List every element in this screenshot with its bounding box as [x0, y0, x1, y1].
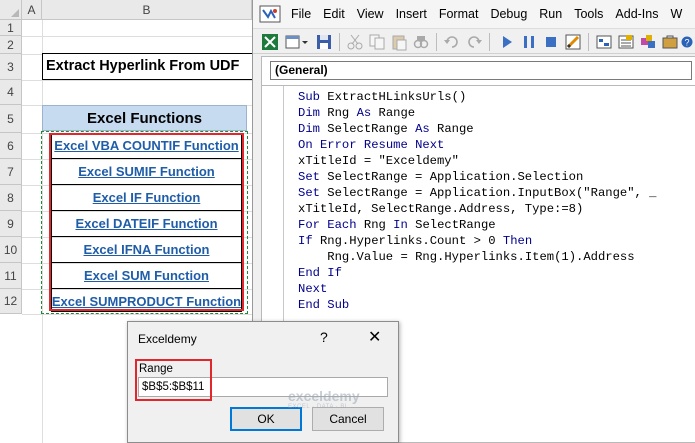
- properties-window-icon[interactable]: [617, 33, 635, 51]
- code-line: If Rng.Hyperlinks.Count > 0 Then: [298, 234, 533, 248]
- row-label: 2: [7, 38, 14, 52]
- row-label: 3: [7, 60, 14, 74]
- row-header-11[interactable]: 11: [0, 263, 22, 289]
- row-label: 4: [7, 85, 14, 99]
- column-label: B: [142, 3, 151, 17]
- code-line: Dim Rng As Range: [298, 106, 416, 120]
- code-divider: [262, 85, 695, 86]
- menu-bar: File Edit View Insert Format Debug Run T…: [253, 0, 695, 28]
- cancel-button[interactable]: Cancel: [312, 407, 384, 431]
- watermark-name: exceldemy: [288, 388, 360, 404]
- find-icon[interactable]: [412, 33, 430, 51]
- select-all-corner[interactable]: [0, 0, 22, 20]
- code-line: For Each Rng In SelectRange: [298, 218, 496, 232]
- code-line: xTitleId = "Exceldemy": [298, 154, 459, 168]
- menu-debug[interactable]: Debug: [486, 0, 535, 28]
- vba-app-icon[interactable]: [259, 5, 281, 23]
- inputbox-dialog: Exceldemy ? ✕ Range $B$5:$B$11 OK Cancel…: [127, 321, 399, 443]
- menu-insert[interactable]: Insert: [392, 0, 435, 28]
- object-browser-icon[interactable]: [639, 33, 657, 51]
- project-explorer-icon[interactable]: [595, 33, 613, 51]
- menu-add-ins[interactable]: Add-Ins: [611, 0, 666, 28]
- close-icon[interactable]: ✕: [368, 327, 381, 347]
- menu-file[interactable]: File: [287, 0, 319, 28]
- menu-window[interactable]: W: [667, 0, 691, 28]
- copy-icon[interactable]: [368, 33, 386, 51]
- highlight-box: [135, 359, 212, 401]
- grid-line: [22, 36, 262, 37]
- help-icon[interactable]: ?: [681, 33, 693, 51]
- code-line: xTitleId, SelectRange.Address, Type:=8): [298, 202, 584, 216]
- menu-tools[interactable]: Tools: [570, 0, 611, 28]
- toolbar-separator: [588, 33, 589, 51]
- column-header-a[interactable]: A: [22, 0, 42, 20]
- dropdown-arrow-icon[interactable]: [301, 33, 309, 51]
- column-header-b[interactable]: B: [42, 0, 252, 20]
- grid-line: [22, 80, 262, 81]
- excel-view-icon[interactable]: [261, 33, 279, 51]
- row-header-5[interactable]: 5: [0, 105, 22, 133]
- row-header-10[interactable]: 10: [0, 237, 22, 263]
- menu-edit[interactable]: Edit: [319, 0, 353, 28]
- column-label: A: [27, 3, 36, 17]
- code-line: Rng.Value = Rng.Hyperlinks.Item(1).Addre…: [327, 250, 635, 264]
- design-mode-icon[interactable]: [564, 33, 582, 51]
- break-icon[interactable]: [520, 33, 538, 51]
- ok-button[interactable]: OK: [230, 407, 302, 431]
- code-line: Set SelectRange = Application.Selection: [298, 170, 584, 184]
- code-line: End If: [298, 266, 342, 280]
- watermark-tagline: EXCEL · DATA · BI: [288, 404, 348, 410]
- row-header-4[interactable]: 4: [0, 80, 22, 105]
- save-icon[interactable]: [315, 33, 333, 51]
- dialog-title: Exceldemy: [138, 332, 197, 346]
- row-label: 1: [7, 21, 14, 35]
- reset-icon[interactable]: [542, 33, 560, 51]
- help-icon[interactable]: ?: [320, 329, 328, 345]
- grid-line: [22, 314, 262, 315]
- code-line: On Error Resume Next: [298, 138, 445, 152]
- menu-format[interactable]: Format: [435, 0, 487, 28]
- paste-icon[interactable]: [390, 33, 408, 51]
- run-icon[interactable]: [498, 33, 516, 51]
- cut-icon[interactable]: [346, 33, 364, 51]
- insert-userform-icon[interactable]: [284, 33, 302, 51]
- standard-toolbar: ?: [253, 28, 695, 54]
- toolbar-separator: [436, 33, 437, 51]
- undo-icon[interactable]: [443, 33, 461, 51]
- toolbar-separator: [489, 33, 490, 51]
- row-label: 9: [7, 217, 14, 231]
- code-line: Sub ExtractHLinksUrls(): [298, 90, 467, 104]
- row-label: 8: [7, 191, 14, 205]
- code-line: Set SelectRange = Application.InputBox("…: [298, 186, 657, 200]
- title-cell[interactable]: Extract Hyperlink From UDF: [42, 53, 257, 80]
- row-header-8[interactable]: 8: [0, 185, 22, 211]
- menu-view[interactable]: View: [353, 0, 392, 28]
- row-label: 11: [4, 269, 17, 283]
- menu-run[interactable]: Run: [535, 0, 570, 28]
- row-label: 12: [3, 294, 18, 308]
- svg-text:?: ?: [684, 38, 689, 48]
- object-dropdown[interactable]: (General): [270, 61, 692, 80]
- row-label: 5: [7, 112, 14, 126]
- row-label: 7: [7, 165, 14, 179]
- row-header-6[interactable]: 6: [0, 133, 22, 159]
- toolbar-separator: [339, 33, 340, 51]
- row-header-2[interactable]: 2: [0, 36, 22, 54]
- row-header-3[interactable]: 3: [0, 54, 22, 80]
- row-label: 6: [7, 139, 14, 153]
- code-line: End Sub: [298, 298, 350, 312]
- code-line: Next: [298, 282, 328, 296]
- watermark: exceldemy EXCEL · DATA · BI: [288, 388, 360, 410]
- code-line: Dim SelectRange As Range: [298, 122, 474, 136]
- row-header-7[interactable]: 7: [0, 159, 22, 185]
- row-header-12[interactable]: 12: [0, 289, 22, 314]
- toolbox-icon[interactable]: [661, 33, 679, 51]
- row-label: 10: [3, 243, 18, 257]
- row-header-9[interactable]: 9: [0, 211, 22, 237]
- code-editor[interactable]: Sub ExtractHLinksUrls() Dim Rng As Range D…: [298, 89, 656, 313]
- highlight-box: [49, 133, 244, 311]
- functions-header-cell[interactable]: Excel Functions: [42, 105, 247, 131]
- redo-icon[interactable]: [465, 33, 483, 51]
- row-header-1[interactable]: 1: [0, 20, 22, 36]
